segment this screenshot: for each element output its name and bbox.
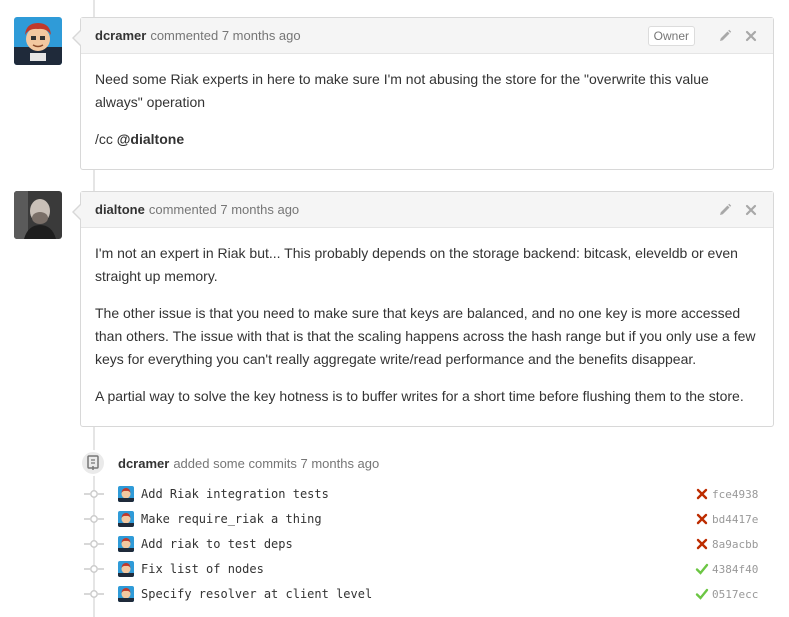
avatar[interactable] <box>118 511 134 527</box>
comment-box: dcramer commented 7 months ago Owner Nee… <box>72 17 774 170</box>
commit-node-icon <box>84 539 104 549</box>
x-icon[interactable] <box>695 512 709 526</box>
pencil-icon[interactable] <box>717 202 733 218</box>
commit-sha[interactable]: 0517ecc <box>712 588 776 601</box>
check-icon[interactable] <box>695 562 709 576</box>
comment-header: dialtone commented 7 months ago <box>81 192 773 228</box>
avatar[interactable] <box>118 486 134 502</box>
close-icon[interactable] <box>743 202 759 218</box>
comment-paragraph: The other issue is that you need to make… <box>95 305 756 367</box>
commit-sha[interactable]: 8a9acbb <box>712 538 776 551</box>
commit-node-icon <box>84 514 104 524</box>
commits-meta[interactable]: added some commits 7 months ago <box>173 456 379 471</box>
commit-message[interactable]: Make require_riak a thing <box>141 512 695 526</box>
avatar[interactable] <box>14 17 62 65</box>
comment-paragraph: A partial way to solve the key hotness i… <box>95 388 744 404</box>
user-mention[interactable]: @dialtone <box>117 131 184 147</box>
x-icon[interactable] <box>695 537 709 551</box>
commit-node-icon <box>84 589 104 599</box>
commit-sha[interactable]: fce4938 <box>712 488 776 501</box>
comment-paragraph-cc: /cc @dialtone <box>95 128 759 151</box>
owner-badge: Owner <box>647 25 695 46</box>
close-icon[interactable] <box>743 28 759 44</box>
commit-icon <box>80 450 106 476</box>
commit-sha[interactable]: 4384f40 <box>712 563 776 576</box>
commit-message[interactable]: Fix list of nodes <box>141 562 695 576</box>
pencil-icon[interactable] <box>717 28 733 44</box>
commit-row[interactable]: Make require_riak a thing bd4417e <box>84 508 776 530</box>
comment-meta[interactable]: commented 7 months ago <box>149 202 299 217</box>
comment-box: dialtone commented 7 months ago I'm not … <box>72 191 774 427</box>
commit-node-icon <box>84 564 104 574</box>
comment-meta[interactable]: commented 7 months ago <box>150 28 300 43</box>
commits-author[interactable]: dcramer <box>118 456 169 471</box>
avatar[interactable] <box>118 561 134 577</box>
comment-paragraph: Need some Riak experts in here to make s… <box>95 71 709 110</box>
cc-prefix: /cc <box>95 131 117 147</box>
commit-sha[interactable]: bd4417e <box>712 513 776 526</box>
commit-row[interactable]: Add Riak integration tests fce4938 <box>84 483 776 505</box>
comment-author[interactable]: dialtone <box>95 202 145 217</box>
avatar[interactable] <box>118 586 134 602</box>
commit-row[interactable]: Add riak to test deps 8a9acbb <box>84 533 776 555</box>
commit-message[interactable]: Specify resolver at client level <box>141 587 695 601</box>
comment-author[interactable]: dcramer <box>95 28 146 43</box>
commit-node-icon <box>84 489 104 499</box>
avatar[interactable] <box>118 536 134 552</box>
commit-message[interactable]: Add Riak integration tests <box>141 487 695 501</box>
comment-header: dcramer commented 7 months ago Owner <box>81 18 773 54</box>
commit-message[interactable]: Add riak to test deps <box>141 537 695 551</box>
comment-body: I'm not an expert in Riak but... This pr… <box>81 228 773 426</box>
comment-paragraph: I'm not an expert in Riak but... This pr… <box>95 245 738 284</box>
commit-row[interactable]: Fix list of nodes 4384f40 <box>84 558 776 580</box>
check-icon[interactable] <box>695 587 709 601</box>
commit-row[interactable]: Specify resolver at client level 0517ecc <box>84 583 776 605</box>
x-icon[interactable] <box>695 487 709 501</box>
commits-event-header: dcramer added some commits 7 months ago <box>80 450 379 476</box>
avatar[interactable] <box>14 191 62 239</box>
comment-body: Need some Riak experts in here to make s… <box>81 54 773 169</box>
